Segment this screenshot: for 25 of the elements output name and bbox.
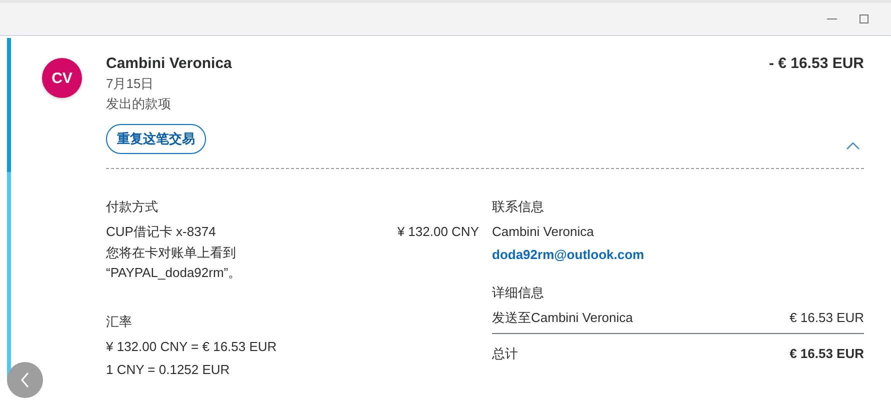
transaction-amount: - € 16.53 EUR bbox=[768, 54, 864, 74]
avatar: CV bbox=[42, 58, 82, 98]
total-value: € 16.53 EUR bbox=[790, 345, 864, 363]
statement-note: 您将在卡对账单上看到 “PAYPAL_doda92rm”。 bbox=[106, 244, 242, 282]
total-label: 总计 bbox=[492, 345, 518, 363]
payment-method: CUP借记卡 x-8374 bbox=[106, 223, 216, 241]
detail-label: 发送至Cambini Veronica bbox=[492, 309, 633, 327]
section-heading: 详细信息 bbox=[492, 284, 545, 302]
email-link[interactable]: doda92rm@outlook.com bbox=[492, 243, 864, 266]
section-heading: 付款方式 bbox=[106, 198, 159, 216]
detail-value: € 16.53 EUR bbox=[790, 309, 864, 327]
transaction-date: 7月15日 bbox=[106, 75, 155, 93]
chevron-left-icon bbox=[20, 372, 30, 388]
contact-name: Cambini Veronica bbox=[492, 223, 595, 241]
transaction-type: 发出的款项 bbox=[106, 95, 172, 113]
section-heading: 汇率 bbox=[106, 313, 133, 331]
payment-amount: ¥ 132.00 CNY bbox=[397, 223, 479, 241]
maximize-icon[interactable] bbox=[859, 14, 869, 24]
repeat-button[interactable]: 重复这笔交易 bbox=[106, 124, 206, 154]
payee-name: Cambini Veronica bbox=[106, 54, 232, 74]
chevron-up-icon[interactable] bbox=[846, 142, 860, 150]
rate-text: 1 CNY = 0.1252 EUR bbox=[106, 361, 231, 379]
section-heading: 联系信息 bbox=[492, 198, 545, 216]
back-button[interactable] bbox=[7, 362, 43, 398]
conversion-text: ¥ 132.00 CNY = € 16.53 EUR bbox=[106, 338, 278, 356]
